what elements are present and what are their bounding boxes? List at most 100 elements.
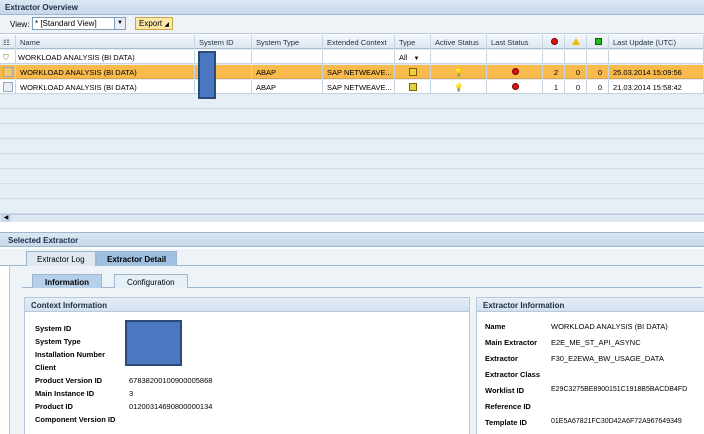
extractor-table: ☷ Name System ID System Type Extended Co… [0,35,704,222]
table-row[interactable]: WORKLOAD ANALYSIS (BI DATA) ABAP SAP NET… [0,80,704,94]
cell-last-status [487,80,543,94]
detail-subtabs: Information Configuration [22,272,702,288]
context-information-box: Context Information System ID System Typ… [24,297,470,434]
filter-green[interactable] [587,50,609,64]
cell-yellow-count: 0 [565,80,587,94]
col-active-status[interactable]: Active Status [431,35,487,49]
cell-type [395,65,431,79]
table-settings-icon[interactable]: ☷ [0,35,16,49]
table-header: ☷ Name System ID System Type Extended Co… [0,35,704,49]
filter-type-value: All [399,53,408,62]
extractor-information-title: Extractor Information [477,298,704,312]
empty-row [0,185,704,199]
cell-context: SAP NETWEAVE... [323,80,395,94]
table-row[interactable]: WORKLOAD ANALYSIS (BI DATA) ABAP SAP NET… [0,65,704,79]
green-ok-icon [594,38,602,45]
cell-name: WORKLOAD ANALYSIS (BI DATA) [16,80,195,94]
col-system-type[interactable]: System Type [252,35,323,49]
empty-row [0,155,704,169]
label-product-version-id: Product Version ID [35,376,103,385]
col-last-update[interactable]: Last Update (UTC) [609,35,704,49]
col-red-alerts[interactable] [543,35,565,49]
chevron-down-icon[interactable]: ▼ [114,18,125,29]
redacted-system-id [198,51,216,99]
cell-system-type: ABAP [252,80,323,94]
empty-row [0,110,704,124]
empty-row [0,170,704,184]
cell-yellow-count: 0 [565,65,587,79]
cell-system-type: ABAP [252,65,323,79]
value-extractor: F30_E2EWA_BW_USAGE_DATA [551,354,664,363]
label-reference-id: Reference ID [485,402,531,411]
col-last-status[interactable]: Last Status [487,35,543,49]
tab-extractor-log[interactable]: Extractor Log [26,251,96,266]
col-name[interactable]: Name [16,35,195,49]
cell-type [395,80,431,94]
extractor-overview-title: Extractor Overview [0,0,704,15]
label-system-type: System Type [35,337,81,346]
col-type[interactable]: Type [395,35,431,49]
red-alert-icon [511,83,519,90]
row-selector[interactable] [0,80,16,94]
empty-row [0,140,704,154]
value-product-id: 01200314690800000134 [129,402,213,411]
value-product-version-id: 67838200100900005868 [129,376,213,385]
row-selector[interactable] [0,65,16,79]
label-name: Name [485,322,506,331]
col-system-id[interactable]: System ID [195,35,252,49]
value-worklist-id: E29C3275BE8900151C1918B5BACDB4FD [551,386,688,393]
label-installation-number: Installation Number [35,350,106,359]
extractor-detail-panel: Information Configuration Context Inform… [9,266,704,434]
filter-type-select[interactable]: All ▼ [395,50,431,64]
filter-system-type[interactable] [252,50,323,64]
filter-last-update[interactable] [609,50,704,64]
cell-last-update: 25.03.2014 15:09:56 [609,65,704,79]
col-yellow-alerts[interactable] [565,35,587,49]
filter-yellow[interactable] [565,50,587,64]
cell-context: SAP NETWEAVE... [323,65,395,79]
yellow-warning-icon [572,38,580,45]
value-main-instance-id: 3 [129,389,134,398]
value-main-extractor: E2E_ME_ST_API_ASYNC [551,338,641,347]
filter-icon[interactable]: ⛉ [0,50,16,64]
label-main-instance-id: Main Instance ID [35,389,95,398]
cell-green-count: 0 [587,80,609,94]
dropdown-arrow-icon: ◢ [164,22,169,28]
export-button[interactable]: Export ◢ [135,17,173,30]
label-worklist-id: Worklist ID [485,386,525,395]
cell-name: WORKLOAD ANALYSIS (BI DATA) [16,65,195,79]
col-extended-context[interactable]: Extended Context [323,35,395,49]
view-select[interactable]: * [Standard View] ▼ [32,17,126,30]
tab-configuration[interactable]: Configuration [114,274,188,288]
filter-name[interactable]: WORKLOAD ANALYSIS (BI DATA) [16,50,195,64]
filter-last-status[interactable] [487,50,543,64]
tab-extractor-detail[interactable]: Extractor Detail [96,251,178,266]
cell-active-status: 💡 [431,80,487,94]
empty-row [0,200,704,214]
overview-toolbar: View: * [Standard View] ▼ Export ◢ [0,15,704,34]
cell-last-status [487,65,543,79]
label-template-id: Template ID [485,418,527,427]
label-client: Client [35,363,56,372]
filter-red[interactable] [543,50,565,64]
extractor-information-box: Extractor Information Name Main Extracto… [476,297,704,434]
filter-active-status[interactable] [431,50,487,64]
filter-context[interactable] [323,50,395,64]
cell-active-status: 💡 [431,65,487,79]
lightbulb-icon: 💡 [454,83,464,92]
red-alert-icon [550,38,558,45]
value-name: WORKLOAD ANALYSIS (BI DATA) [551,322,668,331]
cell-red-count: 1 [543,80,565,94]
label-product-id: Product ID [35,402,73,411]
scroll-left-icon[interactable]: ◀ [1,215,11,222]
tab-information[interactable]: Information [32,274,102,288]
abap-type-icon [409,83,417,91]
empty-row [0,125,704,139]
col-green-alerts[interactable] [587,35,609,49]
label-system-id: System ID [35,324,72,333]
horizontal-scrollbar[interactable]: ◀ [0,214,704,222]
value-template-id: 01E5A67821FC30D42A6F72A967649349 [551,418,682,425]
label-extractor-class: Extractor Class [485,370,541,379]
empty-row [0,95,704,109]
context-information-title: Context Information [25,298,469,312]
